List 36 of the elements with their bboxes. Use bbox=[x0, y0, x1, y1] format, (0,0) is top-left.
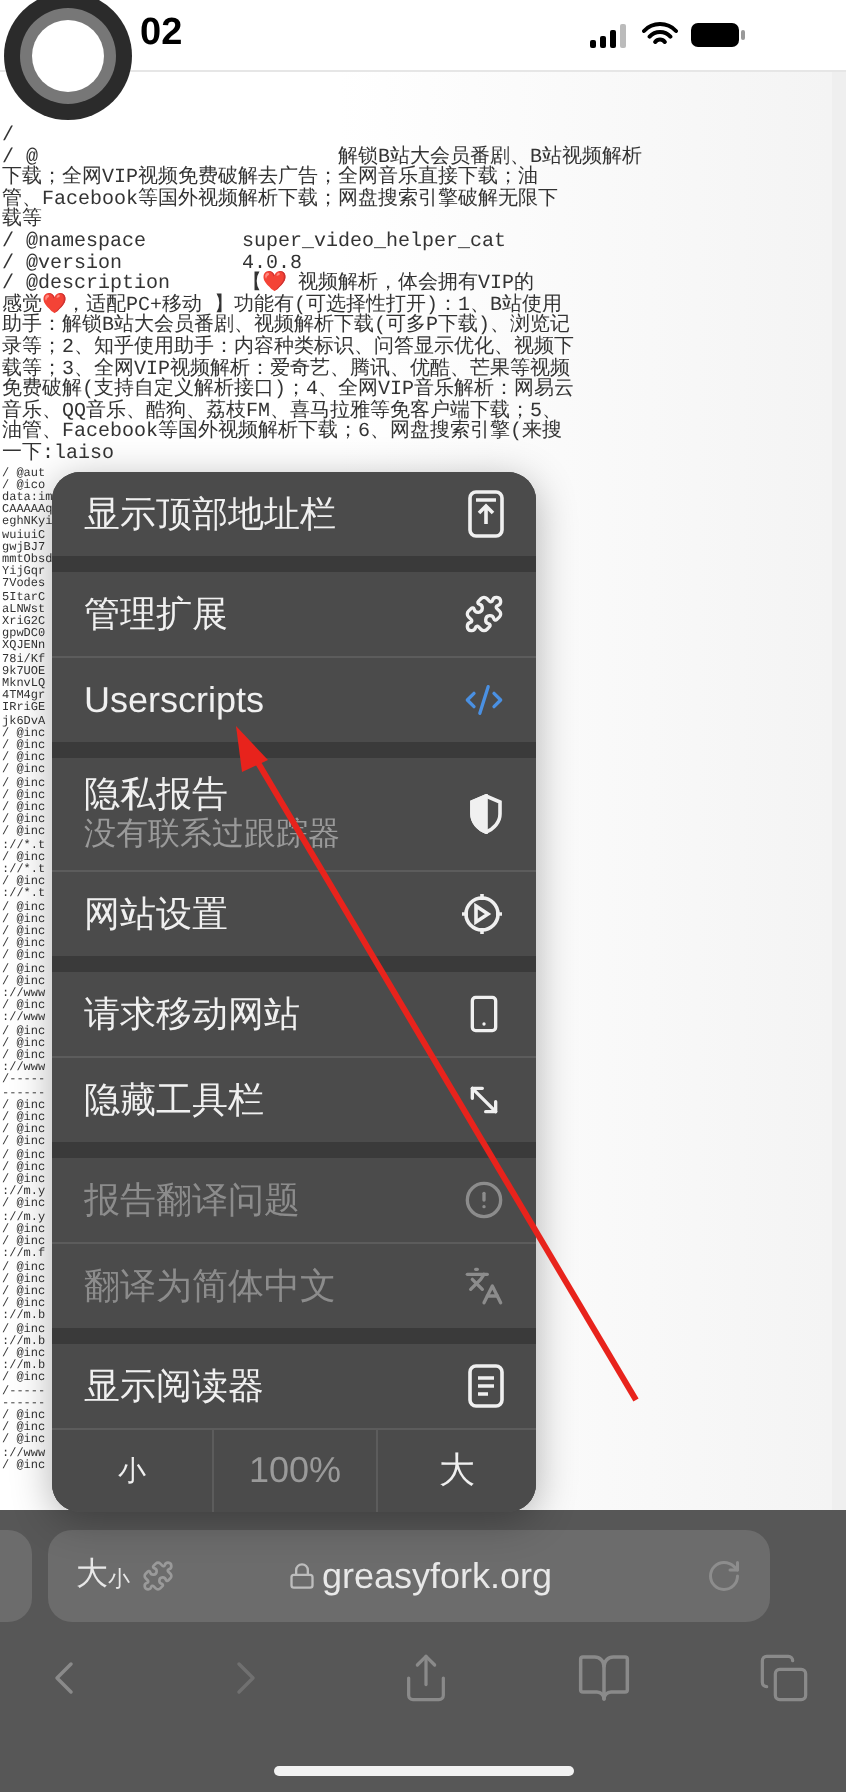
menu-item[interactable]: 显示顶部地址栏 bbox=[52, 472, 536, 556]
menu-item[interactable]: 网站设置 bbox=[52, 872, 536, 956]
zoom-level: 100% bbox=[214, 1430, 376, 1512]
menu-item[interactable]: 管理扩展 bbox=[52, 572, 536, 656]
code-line: 载等 bbox=[0, 212, 42, 233]
translate-icon bbox=[464, 1266, 504, 1306]
menu-item[interactable]: 显示阅读器 bbox=[52, 1344, 536, 1428]
menu-item[interactable]: 请求移动网站 bbox=[52, 972, 536, 1056]
lock-icon bbox=[287, 1562, 316, 1590]
shield-icon bbox=[468, 794, 504, 834]
code-line: 一下:laiso bbox=[0, 445, 117, 467]
time: 02 bbox=[140, 10, 183, 59]
menu-item[interactable]: 隐藏工具栏 bbox=[52, 1058, 536, 1142]
code-line: / @namespace super_video_helper_cat bbox=[0, 233, 509, 254]
zoom-out-button[interactable]: 小 bbox=[52, 1430, 212, 1512]
code-icon bbox=[464, 680, 504, 720]
battery-icon bbox=[690, 22, 746, 48]
puzzle-icon[interactable] bbox=[142, 1560, 174, 1592]
alert-icon bbox=[464, 1180, 504, 1220]
text-size-button[interactable]: 大小 bbox=[76, 1558, 130, 1594]
url-text: greasyfork.org bbox=[321, 1553, 553, 1600]
signal-icon bbox=[590, 23, 630, 47]
reader-icon bbox=[468, 1364, 504, 1408]
arrow-up-phone-icon bbox=[468, 490, 504, 538]
address-field[interactable]: 大小 greasyfork.org bbox=[48, 1530, 770, 1622]
zoom-in-button[interactable]: 大 bbox=[378, 1430, 536, 1512]
wifi-icon bbox=[642, 22, 678, 48]
code-line: / bbox=[0, 128, 17, 148]
tabs-icon[interactable] bbox=[758, 1652, 810, 1704]
puzzle-icon bbox=[464, 594, 504, 634]
reload-icon[interactable] bbox=[706, 1558, 742, 1594]
gear-icon bbox=[460, 892, 504, 936]
code-line: 录等；2、知乎使用助手：内容种类标识、问答显示优化、视频下 bbox=[0, 339, 577, 360]
menu-item[interactable]: Userscripts bbox=[52, 658, 536, 742]
bookmarks-icon[interactable] bbox=[576, 1650, 633, 1706]
code-line: 油管、Facebook等国外视频解析下载；6、网盘搜索引擎(来搜 bbox=[0, 424, 565, 445]
